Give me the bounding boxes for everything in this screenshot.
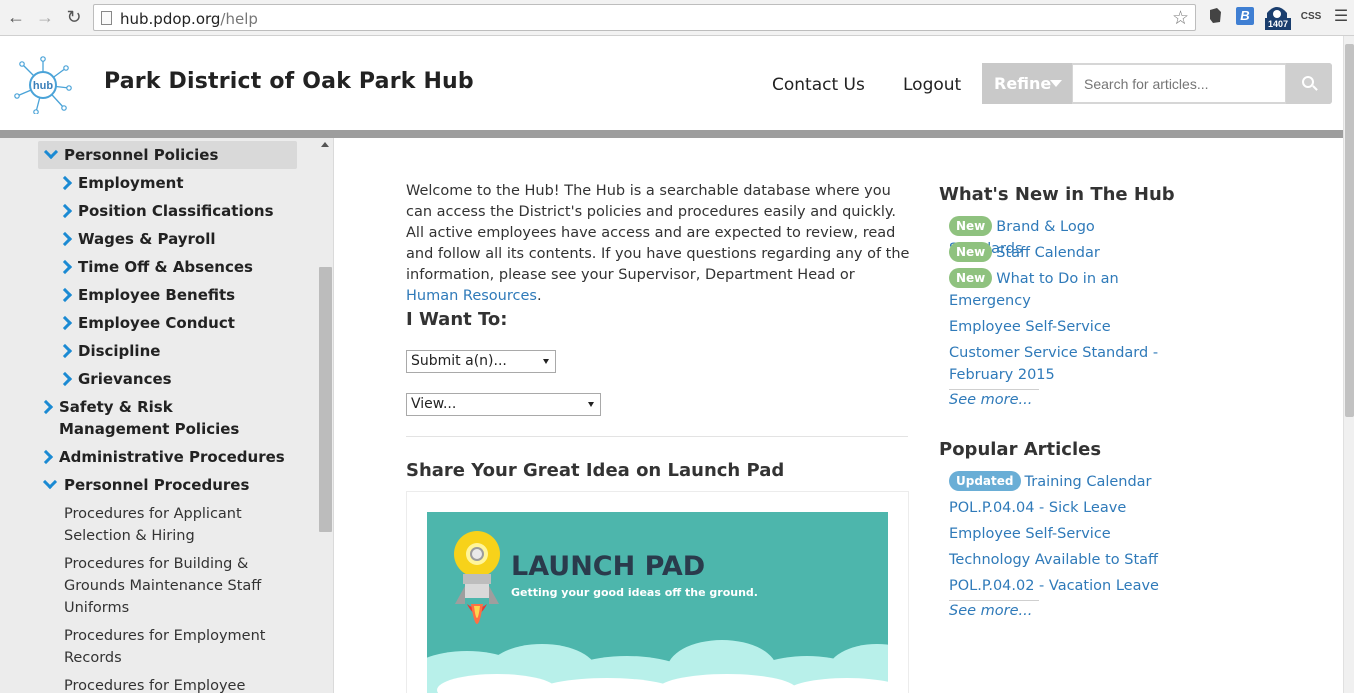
sidebar-nav: Personnel Policies Employment Position C… (0, 138, 334, 693)
whats-new-heading: What's New in The Hub (939, 184, 1175, 205)
banner-subtitle: Getting your good ideas off the ground. (511, 586, 758, 599)
forward-arrow-icon[interactable]: → (34, 6, 56, 28)
sidebar-scroll-thumb[interactable] (319, 267, 332, 532)
chevron-right-icon (57, 371, 73, 387)
svg-text:hub: hub (33, 80, 53, 92)
new-badge: New (949, 242, 993, 262)
search-button[interactable] (1286, 63, 1332, 104)
whats-new-item[interactable]: Customer Service Standard - February 201… (949, 342, 1164, 386)
dropdown-arrow-icon (543, 359, 549, 364)
page-scrollbar[interactable] (1343, 36, 1354, 693)
popular-articles-heading: Popular Articles (939, 439, 1102, 460)
sidebar-page-building-grounds-uniforms[interactable]: Procedures for Building & Grounds Mainte… (64, 553, 294, 619)
chevron-right-icon (57, 287, 73, 303)
counter-badge: 1407 (1265, 18, 1291, 30)
whats-new-item[interactable]: New What to Do in an Emergency (949, 268, 1164, 312)
caret-down-icon (1050, 80, 1062, 87)
lightbulb-rocket-icon (454, 531, 500, 624)
site-title[interactable]: Park District of Oak Park Hub (104, 69, 474, 94)
chevron-right-icon (57, 231, 73, 247)
view-select[interactable]: View... (406, 393, 601, 416)
contact-us-link[interactable]: Contact Us (772, 75, 865, 95)
evernote-extension-icon[interactable] (1206, 7, 1224, 27)
chevron-down-icon (43, 144, 59, 160)
chevron-right-icon (38, 399, 54, 415)
sidebar-item-safety-risk-management[interactable]: Safety & Risk Management Policies (38, 396, 281, 440)
chevron-right-icon (57, 203, 73, 219)
back-arrow-icon[interactable]: ← (5, 6, 27, 28)
address-bar[interactable]: hub.pdop.org/help ☆ (93, 4, 1196, 31)
browser-toolbar: ← → ↻ hub.pdop.org/help ☆ B 1407 CSS ☰ (0, 0, 1354, 36)
popular-article-item[interactable]: Employee Self-Service (949, 523, 1164, 545)
chevron-right-icon (57, 343, 73, 359)
site-header: hub Park District of Oak Park Hub Contac… (0, 36, 1343, 130)
chevron-down-icon (42, 474, 58, 490)
whats-new-see-more-link[interactable]: See more... (949, 389, 1039, 408)
hub-logo[interactable]: hub (14, 56, 72, 115)
sidebar-page-applicant-selection[interactable]: Procedures for Applicant Selection & Hir… (64, 503, 294, 547)
launch-pad-heading: Share Your Great Idea on Launch Pad (406, 460, 785, 481)
dropdown-arrow-icon (588, 402, 594, 407)
whats-new-item[interactable]: New Staff Calendar (949, 242, 1164, 264)
page-icon (101, 11, 112, 25)
bookmarklet-extension-icon[interactable]: B (1236, 7, 1256, 27)
chevron-right-icon (57, 175, 73, 191)
popular-see-more-link[interactable]: See more... (949, 600, 1039, 619)
logout-link[interactable]: Logout (903, 75, 961, 95)
sidebar-page-employment-records[interactable]: Procedures for Employment Records (64, 625, 294, 669)
launch-pad-banner[interactable]: LAUNCH PAD Getting your good ideas off t… (427, 512, 888, 693)
scroll-up-arrow-icon[interactable] (321, 142, 329, 147)
header-divider-bar (0, 130, 1343, 138)
search-input[interactable] (1073, 65, 1285, 102)
popular-article-item[interactable]: POL.P.04.04 - Sick Leave (949, 497, 1164, 519)
menu-icon[interactable]: ☰ (1333, 7, 1349, 27)
banner-title: LAUNCH PAD (511, 551, 705, 582)
refine-label: Refine (994, 74, 1052, 93)
search-bar: Refine (982, 63, 1332, 104)
bookmark-star-icon[interactable]: ☆ (1172, 7, 1189, 30)
new-badge: New (949, 268, 993, 288)
reload-icon[interactable]: ↻ (63, 6, 85, 28)
whats-new-item[interactable]: Employee Self-Service (949, 316, 1164, 338)
submit-select[interactable]: Submit a(n)... (406, 350, 556, 373)
sidebar-page-employee[interactable]: Procedures for Employee (64, 675, 294, 693)
refine-dropdown[interactable]: Refine (982, 63, 1072, 104)
chevron-right-icon (38, 449, 54, 465)
updated-badge: Updated (949, 471, 1021, 491)
new-badge: New (949, 216, 993, 236)
popular-article-item[interactable]: POL.P.04.02 - Vacation Leave (949, 575, 1164, 597)
chevron-right-icon (57, 315, 73, 331)
chevron-right-icon (57, 259, 73, 275)
sidebar-item-personnel-policies[interactable]: Personnel Policies (38, 141, 297, 169)
css-extension-icon[interactable]: CSS (1300, 7, 1322, 27)
url-text[interactable]: hub.pdop.org/help (120, 10, 258, 28)
popular-article-item[interactable]: Technology Available to Staff (949, 549, 1164, 571)
sidebar-scrollbar[interactable] (317, 138, 333, 693)
popular-article-item[interactable]: Updated Training Calendar (949, 471, 1164, 493)
page-scroll-thumb[interactable] (1345, 44, 1354, 417)
i-want-to-heading: I Want To: (406, 309, 508, 330)
counter-extension-icon[interactable]: 1407 (1264, 7, 1292, 30)
section-divider (406, 436, 908, 437)
human-resources-link[interactable]: Human Resources (406, 288, 537, 304)
intro-paragraph: Welcome to the Hub! The Hub is a searcha… (406, 183, 910, 304)
